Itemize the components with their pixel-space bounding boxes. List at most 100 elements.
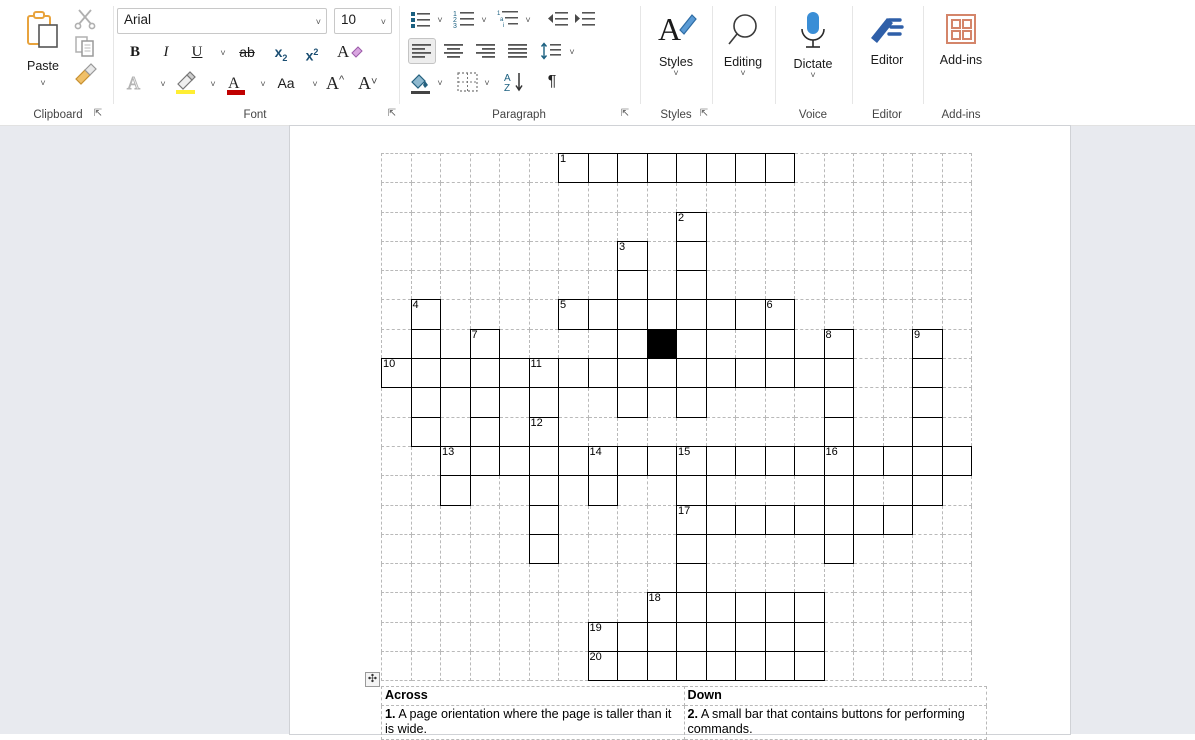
crossword-cell[interactable] — [853, 504, 884, 535]
crossword-cell[interactable] — [764, 651, 795, 682]
crossword-empty-cell[interactable] — [912, 299, 943, 330]
crossword-empty-cell[interactable] — [941, 621, 972, 653]
crossword-empty-cell[interactable] — [941, 328, 972, 360]
align-center-icon[interactable] — [441, 39, 467, 63]
crossword-empty-cell[interactable] — [499, 152, 530, 184]
crossword-empty-cell[interactable] — [440, 182, 471, 213]
crossword-empty-cell[interactable] — [587, 328, 618, 360]
shading-icon[interactable] — [408, 70, 434, 94]
font-color-button[interactable]: A — [222, 70, 250, 96]
crossword-empty-cell[interactable] — [381, 475, 412, 506]
font-name-chevron-down-icon[interactable]: ˅ — [316, 17, 321, 27]
crossword-cell[interactable] — [764, 152, 795, 184]
superscript-button[interactable]: x2 — [298, 39, 326, 65]
crossword-cell[interactable]: 8 — [823, 328, 854, 360]
crossword-empty-cell[interactable] — [705, 211, 736, 242]
crossword-empty-cell[interactable] — [853, 152, 884, 184]
crossword-cell[interactable] — [735, 358, 766, 389]
crossword-empty-cell[interactable] — [558, 328, 589, 360]
crossword-cell[interactable] — [794, 504, 825, 535]
crossword-empty-cell[interactable] — [882, 563, 913, 594]
crossword-cell[interactable] — [794, 445, 825, 477]
crossword-empty-cell[interactable] — [912, 563, 943, 594]
text-highlight-icon[interactable] — [172, 70, 200, 96]
italic-button[interactable]: I — [153, 39, 179, 65]
crossword-empty-cell[interactable] — [587, 504, 618, 535]
crossword-cell[interactable]: 1 — [558, 152, 589, 184]
crossword-empty-cell[interactable] — [941, 152, 972, 184]
crossword-empty-cell[interactable] — [646, 270, 677, 301]
crossword-cell[interactable] — [617, 152, 648, 184]
shading-chevron-down-icon[interactable]: ˅ — [432, 70, 448, 94]
crossword-cell[interactable] — [794, 592, 825, 623]
crossword-empty-cell[interactable] — [646, 211, 677, 242]
crossword-empty-cell[interactable] — [587, 533, 618, 565]
crossword-empty-cell[interactable] — [794, 416, 825, 447]
crossword-cell[interactable] — [735, 299, 766, 330]
crossword-cell[interactable] — [912, 416, 943, 447]
crossword-cell[interactable] — [440, 475, 471, 506]
crossword-cell[interactable]: 2 — [676, 211, 707, 242]
crossword-cell[interactable] — [823, 504, 854, 535]
crossword-empty-cell[interactable] — [941, 299, 972, 330]
crossword-empty-cell[interactable] — [410, 504, 441, 535]
crossword-empty-cell[interactable] — [794, 563, 825, 594]
crossword-cell[interactable] — [646, 152, 677, 184]
crossword-empty-cell[interactable] — [381, 651, 412, 682]
crossword-empty-cell[interactable] — [882, 592, 913, 623]
crossword-grid[interactable]: 1 2 3 4 5 6 7 8 9 10 11 12 13 14 15 16 17 18 19 20 — [381, 152, 972, 682]
crossword-empty-cell[interactable] — [617, 592, 648, 623]
crossword-cell[interactable] — [676, 358, 707, 389]
numbered-list-icon[interactable]: 1 2 3 — [452, 7, 478, 31]
crossword-empty-cell[interactable] — [440, 387, 471, 418]
crossword-empty-cell[interactable] — [823, 563, 854, 594]
crossword-empty-cell[interactable] — [469, 475, 500, 506]
crossword-empty-cell[interactable] — [587, 592, 618, 623]
crossword-empty-cell[interactable] — [558, 592, 589, 623]
crossword-empty-cell[interactable] — [823, 211, 854, 242]
crossword-empty-cell[interactable] — [440, 563, 471, 594]
crossword-cell[interactable] — [587, 358, 618, 389]
font-name-input[interactable]: Arial ˅ — [117, 8, 327, 34]
increase-indent-icon[interactable] — [572, 7, 598, 31]
crossword-empty-cell[interactable] — [735, 182, 766, 213]
crossword-empty-cell[interactable] — [912, 240, 943, 272]
crossword-empty-cell[interactable] — [764, 387, 795, 418]
crossword-cell[interactable] — [705, 651, 736, 682]
crossword-empty-cell[interactable] — [410, 152, 441, 184]
crossword-cell[interactable] — [764, 328, 795, 360]
crossword-empty-cell[interactable] — [705, 475, 736, 506]
crossword-empty-cell[interactable] — [941, 651, 972, 682]
crossword-empty-cell[interactable] — [823, 240, 854, 272]
crossword-empty-cell[interactable] — [676, 416, 707, 447]
crossword-cell[interactable] — [617, 387, 648, 418]
crossword-empty-cell[interactable] — [646, 475, 677, 506]
crossword-empty-cell[interactable] — [764, 182, 795, 213]
crossword-empty-cell[interactable] — [676, 182, 707, 213]
crossword-empty-cell[interactable] — [912, 182, 943, 213]
crossword-empty-cell[interactable] — [469, 533, 500, 565]
crossword-cell[interactable] — [794, 621, 825, 653]
crossword-empty-cell[interactable] — [882, 240, 913, 272]
crossword-empty-cell[interactable] — [440, 651, 471, 682]
crossword-empty-cell[interactable] — [853, 182, 884, 213]
clipboard-dialog-launcher[interactable]: ⇱ — [92, 108, 104, 120]
crossword-empty-cell[interactable] — [381, 416, 412, 447]
crossword-empty-cell[interactable] — [499, 270, 530, 301]
paste-chevron-down-icon[interactable]: ˅ — [40, 78, 45, 88]
crossword-cell[interactable] — [676, 621, 707, 653]
crossword-empty-cell[interactable] — [381, 211, 412, 242]
crossword-cell[interactable] — [705, 299, 736, 330]
dictate-chevron-down-icon[interactable]: ˅ — [775, 70, 851, 80]
crossword-empty-cell[interactable] — [705, 533, 736, 565]
crossword-empty-cell[interactable] — [823, 651, 854, 682]
crossword-cell[interactable] — [705, 504, 736, 535]
crossword-cell[interactable] — [499, 358, 530, 389]
crossword-empty-cell[interactable] — [469, 299, 500, 330]
multilevel-chevron-down-icon[interactable]: ˅ — [520, 7, 536, 31]
crossword-cell[interactable]: 11 — [528, 358, 559, 389]
crossword-cell[interactable]: 15 — [676, 445, 707, 477]
crossword-cell[interactable] — [676, 475, 707, 506]
numbering-chevron-down-icon[interactable]: ˅ — [476, 7, 492, 31]
crossword-empty-cell[interactable] — [853, 358, 884, 389]
